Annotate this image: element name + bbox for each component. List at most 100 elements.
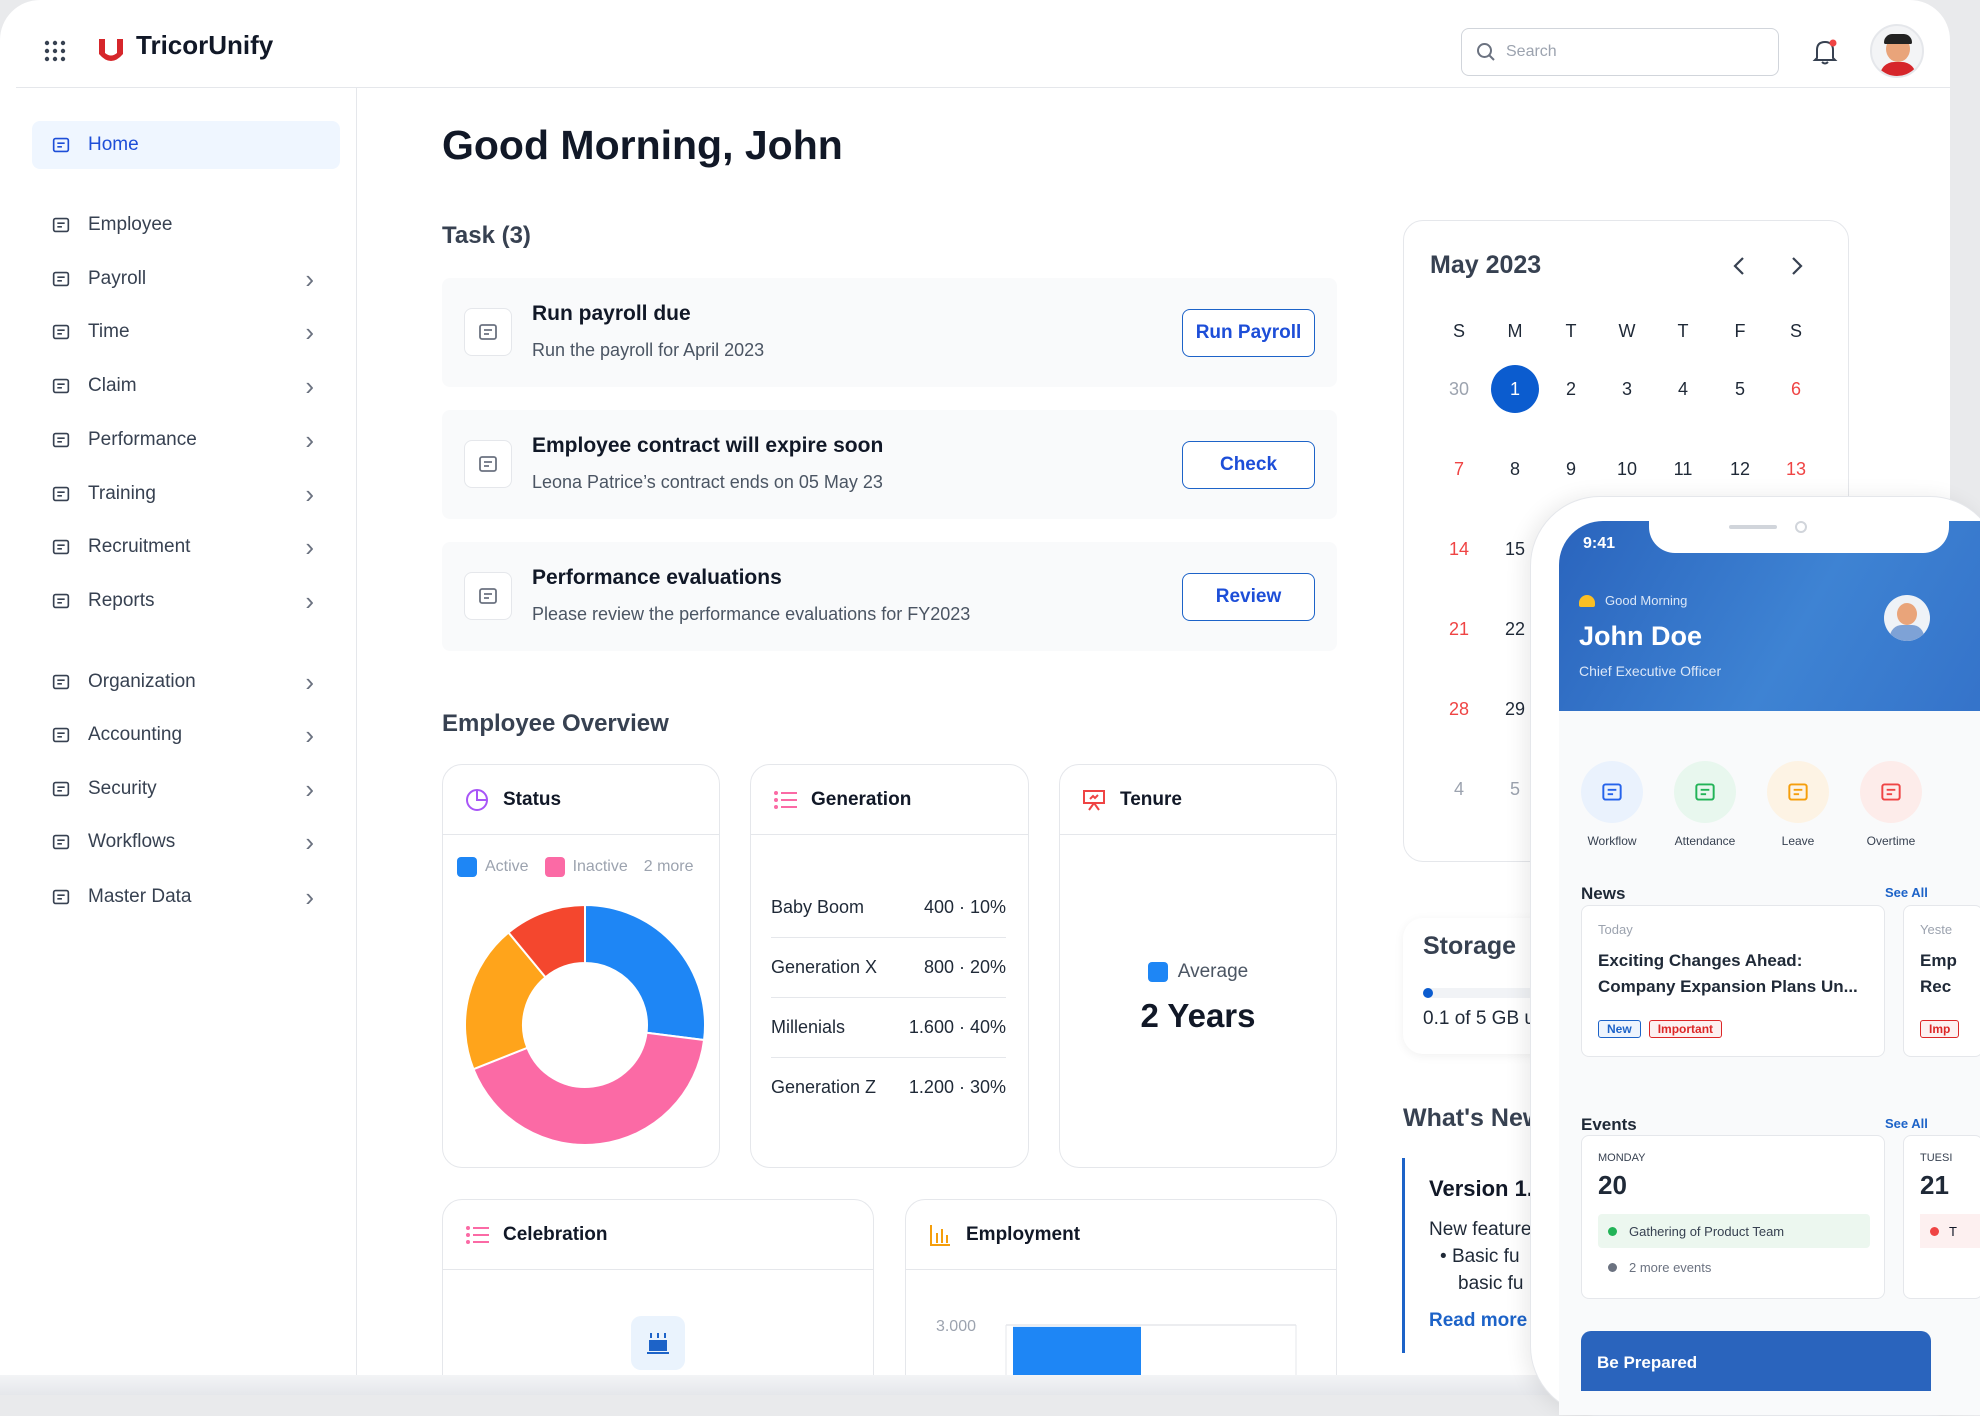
event-item: Gathering of Product Team bbox=[1629, 1223, 1785, 1239]
news-date: Yeste bbox=[1920, 922, 1953, 937]
sidebar-item-reports[interactable]: Reports › bbox=[32, 577, 340, 625]
legend-swatch-inactive bbox=[544, 857, 565, 877]
home-icon bbox=[52, 137, 70, 153]
be-prepared-banner[interactable]: Be Prepared bbox=[1581, 1331, 1931, 1391]
attendance-quick-action[interactable] bbox=[1674, 761, 1736, 823]
sidebar-item-label: Time bbox=[88, 321, 130, 342]
event-card[interactable]: MONDAY 20 Gathering of Product Team 2 mo… bbox=[1581, 1135, 1885, 1299]
calendar-day[interactable]: 6 bbox=[1772, 365, 1820, 413]
sidebar-item-workflows[interactable]: Workflows › bbox=[32, 818, 340, 866]
calendar-month: May 2023 bbox=[1430, 251, 1542, 279]
news-card[interactable]: Yeste Emp Rec Imp bbox=[1903, 905, 1980, 1057]
read-more-link[interactable]: Read more bbox=[1429, 1310, 1527, 1332]
task-action-button[interactable]: Run Payroll bbox=[1182, 309, 1315, 357]
news-card[interactable]: Today Exciting Changes Ahead: Company Exp… bbox=[1581, 905, 1885, 1057]
calendar-day[interactable]: 5 bbox=[1716, 365, 1764, 413]
event-more[interactable]: 2 more events bbox=[1629, 1260, 1711, 1275]
sidebar-item-organization[interactable]: Organization › bbox=[32, 658, 340, 706]
weekday-label: W bbox=[1618, 320, 1636, 341]
sidebar-item-master-data[interactable]: Master Data › bbox=[32, 873, 340, 921]
weekday-label: S bbox=[1452, 320, 1465, 341]
sidebar-item-time[interactable]: Time › bbox=[32, 308, 340, 356]
workflow-quick-action[interactable] bbox=[1581, 761, 1643, 823]
folder-icon bbox=[52, 889, 70, 905]
chevron-left-icon[interactable] bbox=[1730, 255, 1748, 277]
celebration-title: Celebration bbox=[503, 1223, 608, 1245]
overtime-quick-action[interactable] bbox=[1860, 761, 1922, 823]
storage-title: Storage bbox=[1423, 932, 1517, 960]
calendar-day[interactable]: 21 bbox=[1435, 605, 1483, 653]
calendar-day[interactable]: 28 bbox=[1435, 685, 1483, 733]
pie-chart-icon bbox=[466, 788, 488, 811]
generation-row: Baby Boom 400 · 10% bbox=[771, 897, 1006, 918]
whats-new-title: What's New bbox=[1403, 1104, 1543, 1132]
sidebar-item-recruitment[interactable]: Recruitment › bbox=[32, 523, 340, 571]
divider bbox=[771, 937, 1006, 938]
quick-action-label: Overtime bbox=[1866, 834, 1916, 848]
calculator-icon bbox=[52, 727, 70, 743]
news-title-line: Exciting Changes Ahead: bbox=[1598, 951, 1803, 970]
employment-card: Employment 3.0002.400 bbox=[905, 1199, 1337, 1395]
calendar-day[interactable]: 12 bbox=[1716, 445, 1764, 493]
search-input[interactable]: Search bbox=[1461, 28, 1779, 76]
list-icon bbox=[466, 1225, 489, 1244]
chevron-right-icon: › bbox=[305, 316, 314, 347]
calendar-day[interactable]: 14 bbox=[1435, 525, 1483, 573]
calendar-day[interactable]: 30 bbox=[1435, 365, 1483, 413]
tag-important: Imp bbox=[1920, 1020, 1960, 1038]
stopwatch-icon bbox=[1881, 783, 1901, 801]
calendar-day[interactable]: 11 bbox=[1659, 445, 1707, 493]
task-action-button[interactable]: Check bbox=[1182, 441, 1315, 489]
page-title: Good Morning, John bbox=[442, 122, 843, 168]
sidebar-item-label: Master Data bbox=[88, 886, 192, 907]
calendar-day[interactable]: 9 bbox=[1547, 445, 1595, 493]
event-date: 21 bbox=[1920, 1170, 1949, 1200]
calendar-day[interactable]: 2 bbox=[1547, 365, 1595, 413]
tenure-title: Tenure bbox=[1120, 788, 1182, 810]
sidebar-item-accounting[interactable]: Accounting › bbox=[32, 711, 340, 759]
sidebar-item-training[interactable]: Training › bbox=[32, 470, 340, 518]
leave-quick-action[interactable] bbox=[1767, 761, 1829, 823]
generation-value: 1.200 · 30% bbox=[908, 1077, 1006, 1097]
event-card[interactable]: TUESI 21 T bbox=[1903, 1135, 1980, 1299]
sidebar-item-claim[interactable]: Claim › bbox=[32, 362, 340, 410]
avatar[interactable] bbox=[1870, 24, 1924, 78]
legend-active[interactable]: Active bbox=[485, 858, 529, 876]
sidebar-item-payroll[interactable]: Payroll › bbox=[32, 255, 340, 303]
status-title: Status bbox=[503, 788, 562, 810]
events-see-all[interactable]: See All bbox=[1885, 1116, 1928, 1131]
legend-inactive[interactable]: Inactive bbox=[573, 858, 628, 876]
calendar-day[interactable]: 8 bbox=[1491, 445, 1539, 493]
task-action-button[interactable]: Review bbox=[1182, 573, 1315, 621]
sidebar-item-security[interactable]: Security › bbox=[32, 765, 340, 813]
calendar-day[interactable]: 13 bbox=[1772, 445, 1820, 493]
calendar-day-selected[interactable]: 1 bbox=[1491, 365, 1539, 413]
version-title: Version 1. bbox=[1429, 1176, 1533, 1201]
shield-icon bbox=[52, 781, 70, 797]
chevron-right-icon[interactable] bbox=[1788, 255, 1806, 277]
sidebar-item-home[interactable]: Home bbox=[32, 121, 340, 169]
y-tick-label: 3.000 bbox=[936, 1318, 976, 1335]
generation-label: Generation X bbox=[771, 957, 878, 977]
news-see-all[interactable]: See All bbox=[1885, 885, 1928, 900]
phone-screen: 9:41 Good Morning John Doe Chief Executi… bbox=[1559, 521, 1980, 1415]
wallet-icon bbox=[52, 271, 70, 287]
phone-avatar[interactable] bbox=[1884, 595, 1930, 641]
grid-icon[interactable] bbox=[44, 40, 66, 62]
calendar-day[interactable]: 4 bbox=[1659, 365, 1707, 413]
calendar-day[interactable]: 10 bbox=[1603, 445, 1651, 493]
top-header: TricorUnify Search bbox=[16, 0, 1950, 88]
calendar-day[interactable]: 4 bbox=[1435, 765, 1483, 813]
sidebar-item-employee[interactable]: Employee bbox=[32, 201, 340, 249]
phone-time: 9:41 bbox=[1583, 535, 1616, 552]
sidebar-item-performance[interactable]: Performance › bbox=[32, 416, 340, 464]
calendar-day[interactable]: 7 bbox=[1435, 445, 1483, 493]
cake-icon bbox=[631, 1316, 685, 1370]
calendar-day[interactable]: 3 bbox=[1603, 365, 1651, 413]
donut-slice[interactable] bbox=[584, 905, 705, 1042]
bell-icon[interactable] bbox=[1812, 38, 1838, 66]
legend-more[interactable]: 2 more bbox=[644, 858, 694, 876]
chevron-right-icon: › bbox=[305, 370, 314, 401]
book-icon bbox=[52, 486, 70, 502]
clock-icon bbox=[52, 324, 70, 340]
